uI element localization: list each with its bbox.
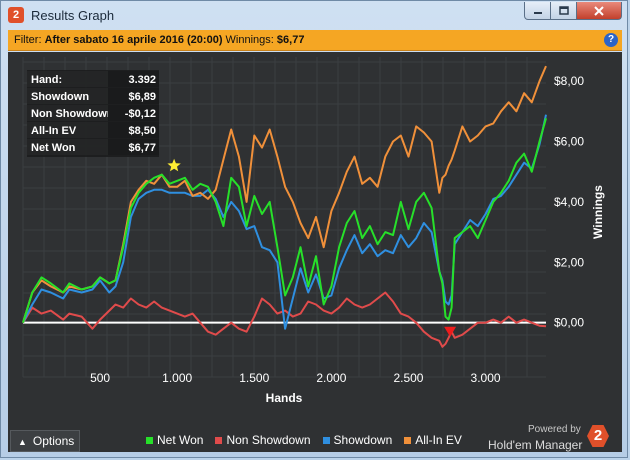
x-tick-label: 1.500 (239, 371, 269, 385)
y-tick-label: $0,00 (554, 316, 584, 330)
x-tick-label: 2.000 (316, 371, 346, 385)
filter-bar[interactable]: Filter: After sabato 16 aprile 2016 (20:… (8, 30, 622, 51)
stats-row-value: $8,50 (128, 125, 156, 137)
close-icon (594, 5, 604, 16)
chart-markers (167, 158, 457, 337)
stats-row-value: -$0,12 (125, 108, 156, 120)
x-tick-label: 1.000 (162, 371, 192, 385)
stats-row-value: $6,77 (128, 142, 156, 154)
legend-label-non-showdown: Non Showdown (226, 433, 311, 447)
stats-row-label: All-In EV (31, 125, 77, 137)
legend-swatch-net-won (146, 436, 153, 444)
graph-area: Hand: 3.392 Showdown $6,89 Non Showdown -$0,1… (8, 52, 622, 452)
y-tick-label: $4,00 (554, 195, 584, 209)
chart-axes: 500 1.000 1.500 2.000 2.500 3.000 $0,00 $2,00 $4… (90, 74, 605, 405)
stats-row-label: Showdown (31, 91, 89, 103)
stats-row-value: $6,89 (128, 91, 156, 103)
y-axis-label: Winnings (591, 185, 605, 239)
chevron-up-icon: ▲ (18, 437, 27, 447)
options-label: Options (32, 434, 75, 448)
stats-box: Hand: 3.392 Showdown $6,89 Non Showdown -$0,1… (27, 70, 159, 157)
help-icon[interactable]: ? (604, 33, 618, 47)
winnings-value: $6,77 (276, 34, 305, 46)
window-title: Results Graph (31, 8, 115, 23)
legend-label-all-in-ev: All-In EV (415, 433, 462, 447)
winnings-label: Winnings: (225, 34, 274, 46)
maximize-icon (558, 6, 569, 15)
filter-label: Filter: (14, 34, 42, 46)
y-tick-label: $8,00 (554, 74, 584, 88)
x-tick-label: 3.000 (471, 371, 501, 385)
x-tick-label: 2.500 (393, 371, 423, 385)
stats-row-label: Hand: (31, 74, 62, 86)
legend-swatch-all-in-ev (404, 436, 412, 444)
y-tick-label: $6,00 (554, 135, 584, 149)
legend-label-net-won: Net Won (157, 433, 204, 447)
y-tick-label: $2,00 (554, 255, 584, 269)
legend-label-showdown: Showdown (333, 433, 393, 447)
legend-item-showdown[interactable]: Showdown (322, 433, 393, 447)
stats-row-label: Net Won (31, 142, 76, 154)
legend-item-net-won[interactable]: Net Won (146, 433, 203, 447)
x-tick-label: 500 (90, 371, 110, 385)
options-button[interactable]: ▲ Options (10, 430, 80, 452)
close-button[interactable] (576, 2, 622, 20)
maximize-button[interactable] (550, 2, 577, 20)
max-star-marker (167, 158, 181, 172)
title-bar[interactable]: 2 Results Graph (1, 1, 629, 29)
stats-row-value: 3.392 (128, 74, 156, 86)
brand-name: Hold'em Manager (488, 438, 583, 452)
results-graph-window: 2 Results Graph Filter: After sabato 16 … (0, 0, 628, 458)
stats-row-label: Non Showdown (31, 108, 114, 120)
app-logo-icon: 2 (8, 7, 24, 23)
minimize-icon (533, 11, 542, 14)
x-axis-label: Hands (266, 391, 303, 405)
powered-by-text: Powered by (528, 424, 581, 435)
results-chart: Hand: 3.392 Showdown $6,89 Non Showdown -$0,1… (22, 57, 605, 405)
legend-swatch-showdown (322, 436, 330, 444)
minimize-button[interactable] (524, 2, 551, 20)
legend-swatch-non-showdown (215, 436, 223, 444)
legend-item-all-in-ev[interactable]: All-In EV (404, 433, 462, 447)
chart-legend: Net Won Non Showdown Showdown All-In EV (146, 433, 462, 447)
filter-value: After sabato 16 aprile 2016 (20:00) (44, 34, 223, 46)
legend-item-non-showdown[interactable]: Non Showdown (215, 433, 311, 447)
